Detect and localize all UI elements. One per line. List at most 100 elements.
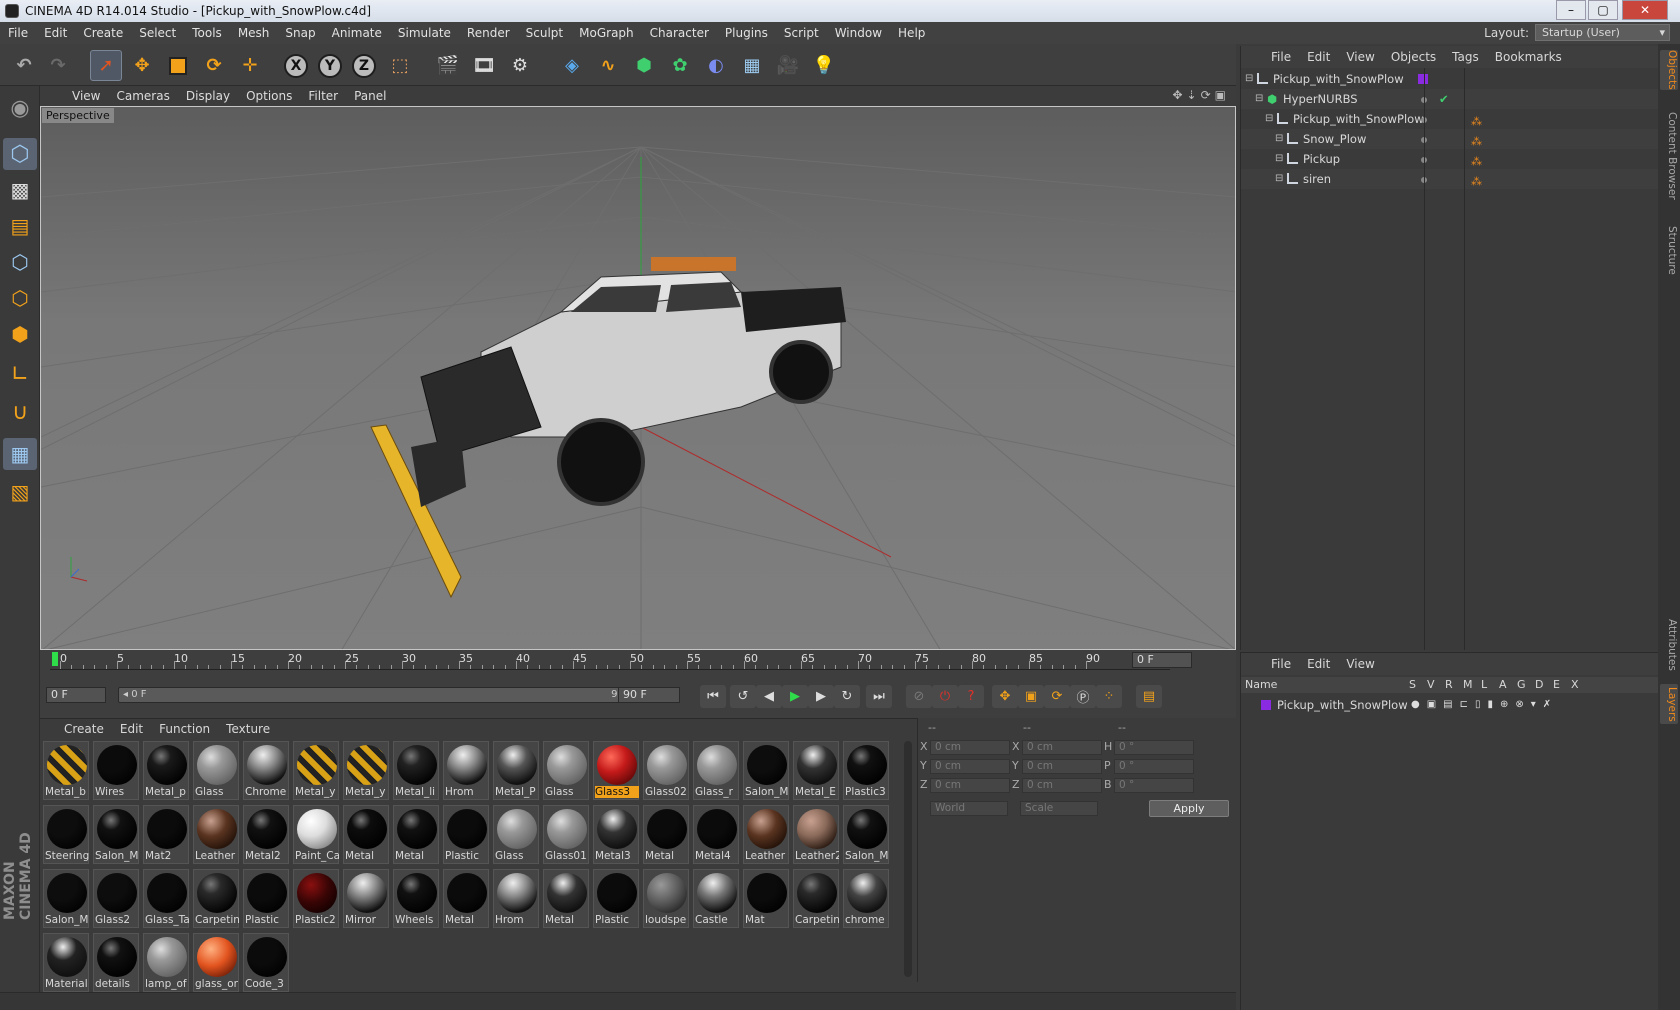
undo-icon[interactable]: ↶ xyxy=(8,50,40,81)
menu-item-tools[interactable]: Tools xyxy=(184,26,230,40)
record-active-icon[interactable]: ⊘ xyxy=(906,685,932,708)
recent-tool-icon[interactable]: ✛ xyxy=(234,50,266,81)
menu-item-sculpt[interactable]: Sculpt xyxy=(518,26,571,40)
material-swatch[interactable]: lamp_of xyxy=(143,933,189,992)
material-swatch[interactable]: chrome xyxy=(843,869,889,928)
menu-item-character[interactable]: Character xyxy=(642,26,717,40)
material-swatch[interactable]: Wheels xyxy=(393,869,439,928)
make-editable-icon[interactable]: ◉ xyxy=(3,92,37,124)
coord-value-field[interactable]: 0 ° xyxy=(1114,778,1194,793)
maximize-button[interactable]: ▢ xyxy=(1588,0,1618,20)
array-icon[interactable]: ✿ xyxy=(664,50,696,81)
expand-toggle-icon[interactable]: ⊟ xyxy=(1275,149,1283,169)
enabled-check-icon[interactable]: ✔ xyxy=(1439,89,1449,109)
key-parameter-icon[interactable]: Ⓟ xyxy=(1070,685,1096,708)
model-mode-icon[interactable]: ⬡ xyxy=(3,138,37,170)
layer-flag-column[interactable]: L xyxy=(1481,678,1487,691)
expand-toggle-icon[interactable]: ⊟ xyxy=(1265,109,1273,129)
current-frame-field[interactable]: 0 F xyxy=(1132,652,1192,668)
cube-icon[interactable]: ◈ xyxy=(556,50,588,81)
material-swatch[interactable]: Glass xyxy=(193,741,239,800)
object-row[interactable]: ⊟ Pickup_with_SnowPlow ⁂ xyxy=(1241,109,1659,129)
object-row[interactable]: ⊟ ⬢ HyperNURBS ✔ xyxy=(1241,89,1659,109)
material-swatch[interactable]: Plastic xyxy=(243,869,289,928)
material-swatch[interactable]: Mat2 xyxy=(143,805,189,864)
material-swatch[interactable]: Metal xyxy=(343,805,389,864)
apply-button[interactable]: Apply xyxy=(1149,800,1229,817)
coord-value-field[interactable]: 0 ° xyxy=(1114,759,1194,774)
preview-range-slider[interactable]: ◂ 0 F 90 F ▸ xyxy=(118,687,646,703)
key-scale-icon[interactable]: ▣ xyxy=(1018,685,1044,708)
coord-value-field[interactable]: 0 cm xyxy=(1022,778,1102,793)
side-tab-content-browser[interactable]: Content Browser xyxy=(1660,96,1678,216)
menu-item-file[interactable]: File xyxy=(0,26,36,40)
material-swatch[interactable]: Metal xyxy=(543,869,589,928)
material-swatch[interactable]: Glass xyxy=(543,741,589,800)
material-menu-edit[interactable]: Edit xyxy=(112,722,151,736)
viewport-menu-options[interactable]: Options xyxy=(238,89,300,103)
go-to-start-icon[interactable]: ⏮ xyxy=(700,685,726,708)
side-tab-attributes[interactable]: Attributes xyxy=(1660,610,1678,680)
points-mode-icon[interactable]: ⬡ xyxy=(3,246,37,278)
material-swatch[interactable]: Salon_M xyxy=(43,869,89,928)
material-swatch[interactable]: Salon_M xyxy=(743,741,789,800)
material-swatch[interactable]: Carpetin xyxy=(793,869,839,928)
render-settings-icon[interactable]: ⚙ xyxy=(504,50,536,81)
object-row[interactable]: ⊟ Pickup ⁂ xyxy=(1241,149,1659,169)
material-swatch[interactable]: Glass_r xyxy=(693,741,739,800)
next-frame-icon[interactable]: ▶ xyxy=(808,685,834,708)
coord-value-field[interactable]: 0 cm xyxy=(1022,759,1102,774)
planar-workplane-icon[interactable]: ▧ xyxy=(3,476,37,508)
start-frame-field[interactable]: 0 F xyxy=(46,687,106,703)
coord-value-field[interactable]: 0 ° xyxy=(1114,740,1194,755)
material-menu-texture[interactable]: Texture xyxy=(218,722,278,736)
material-swatch[interactable]: Glass xyxy=(493,805,539,864)
redo-icon[interactable]: ↷ xyxy=(42,50,74,81)
axis-mode-icon[interactable]: ∟ xyxy=(3,358,37,390)
material-swatch[interactable]: Metal_E xyxy=(793,741,839,800)
layer-menu-file[interactable]: File xyxy=(1263,657,1299,671)
visibility-dots[interactable] xyxy=(1421,129,1433,149)
material-swatch[interactable]: Salon_M xyxy=(843,805,889,864)
expand-toggle-icon[interactable]: ⊟ xyxy=(1255,89,1263,109)
perspective-view[interactable]: Perspective xyxy=(40,106,1236,650)
material-swatch[interactable]: Wires xyxy=(93,741,139,800)
menu-item-script[interactable]: Script xyxy=(776,26,827,40)
material-swatch[interactable]: Leather xyxy=(193,805,239,864)
object-menu-view[interactable]: View xyxy=(1338,50,1382,64)
material-swatch[interactable]: loudspe xyxy=(643,869,689,928)
menu-item-mesh[interactable]: Mesh xyxy=(230,26,278,40)
live-selection-icon[interactable]: ➚ xyxy=(90,50,122,81)
layer-flag-column[interactable]: S xyxy=(1409,678,1416,691)
material-swatch[interactable]: Metal2 xyxy=(243,805,289,864)
x-axis-lock-icon[interactable]: X xyxy=(280,50,312,81)
rotate-icon[interactable]: ⟳ xyxy=(198,50,230,81)
material-swatch[interactable]: Plastic xyxy=(593,869,639,928)
material-swatch[interactable]: Glass01 xyxy=(543,805,589,864)
material-swatch[interactable]: Material xyxy=(43,933,89,992)
object-row[interactable]: ⊟ siren ⁂ xyxy=(1241,169,1659,189)
object-menu-file[interactable]: File xyxy=(1263,50,1299,64)
close-button[interactable]: ✕ xyxy=(1622,0,1668,20)
menu-item-animate[interactable]: Animate xyxy=(324,26,390,40)
coordinate-system-icon[interactable]: ⬚ xyxy=(384,50,416,81)
render-view-icon[interactable]: 🎬 xyxy=(432,50,464,81)
visibility-dots[interactable] xyxy=(1421,89,1433,109)
viewport-menu-cameras[interactable]: Cameras xyxy=(108,89,177,103)
material-swatch[interactable]: Plastic2 xyxy=(293,869,339,928)
layer-flag-icons[interactable]: ●▣▤⊏▯▮⊕⊗▾✗ xyxy=(1411,695,1558,715)
timeline-window-icon[interactable]: ▤ xyxy=(1136,685,1162,708)
menu-item-window[interactable]: Window xyxy=(827,26,890,40)
material-swatch[interactable]: Metal xyxy=(643,805,689,864)
layer-menu-edit[interactable]: Edit xyxy=(1299,657,1338,671)
expand-toggle-icon[interactable]: ⊟ xyxy=(1245,69,1253,89)
material-swatch[interactable]: Glass_Ta xyxy=(143,869,189,928)
viewport-nav-icons[interactable]: ✥⇣⟳▣ xyxy=(1172,88,1230,102)
object-row[interactable]: ⊟ Snow_Plow ⁂ xyxy=(1241,129,1659,149)
material-swatch[interactable]: Leather2 xyxy=(793,805,839,864)
layer-flag-column[interactable]: V xyxy=(1427,678,1435,691)
key-position-icon[interactable]: ✥ xyxy=(992,685,1018,708)
end-frame-field[interactable]: 90 F xyxy=(618,687,680,703)
render-picture-viewer-icon[interactable]: 🎞 xyxy=(468,50,500,81)
material-swatch[interactable]: glass_or xyxy=(193,933,239,992)
